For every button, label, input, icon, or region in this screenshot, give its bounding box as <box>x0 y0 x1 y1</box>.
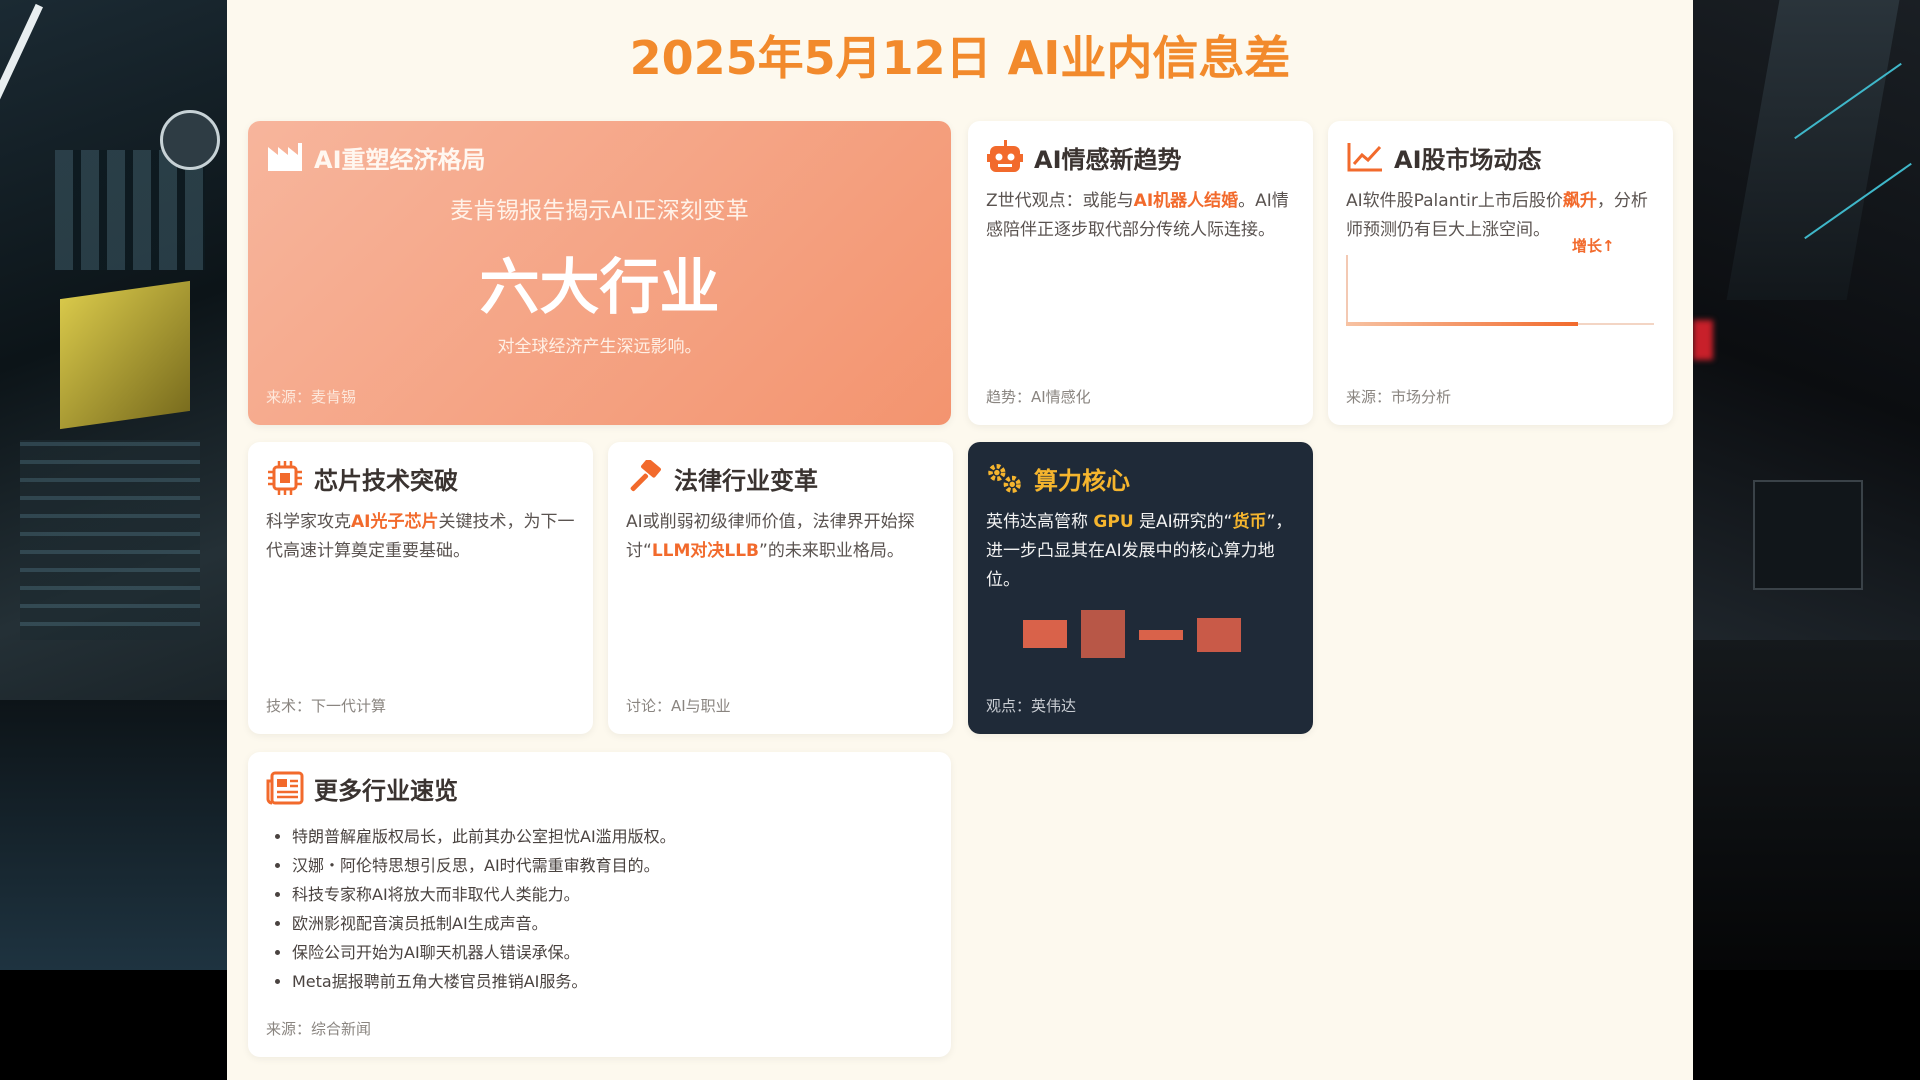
card-title: AI情感新趋势 <box>1034 145 1182 174</box>
poster: 2025年5月12日 AI业内信息差 AI重塑经济格局 麦肯锡报告揭示AI正深刻… <box>227 0 1693 1080</box>
red-light <box>1693 320 1713 360</box>
sign-circle <box>160 110 220 170</box>
page-title: 2025年5月12日 AI业内信息差 <box>629 31 1291 85</box>
card-economy: AI重塑经济格局 麦肯锡报告揭示AI正深刻变革 六大行业 对全球经济产生深远影响… <box>248 121 951 425</box>
card-title: 算力核心 <box>1034 466 1130 495</box>
background-left-scenery <box>0 0 227 970</box>
card-body: AI或削弱初级律师价值，法律界开始探讨“LLM对决LLB”的未来职业格局。 <box>626 508 935 566</box>
block <box>1081 610 1125 658</box>
card-body: 科学家攻克AI光子芯片关键技术，为下一代高速计算奠定重要基础。 <box>266 508 575 566</box>
block <box>1139 630 1183 640</box>
body-text: 英伟达高管称 <box>986 512 1094 532</box>
body-text: 是AI研究的“ <box>1133 512 1233 532</box>
card-stock: AI股市场动态 AI软件股Palantir上市后股价飙升，分析师预测仍有巨大上涨… <box>1328 121 1673 425</box>
mini-axis-y <box>1346 255 1348 325</box>
card-footer: 来源：综合新闻 <box>266 1020 372 1038</box>
list-item: 欧洲影视配音演员抵制AI生成声音。 <box>292 909 933 938</box>
feature-note: 对全球经济产生深远影响。 <box>497 337 702 357</box>
card-footer: 技术：下一代计算 <box>266 697 387 715</box>
card-title: AI重塑经济格局 <box>314 145 486 174</box>
background-right-scenery <box>1693 0 1920 970</box>
body-text: AI软件股Palantir上市后股价 <box>1346 191 1563 211</box>
block <box>1023 620 1067 648</box>
body-highlight: AI光子芯片 <box>351 512 439 532</box>
line-chart-icon <box>1346 139 1384 175</box>
body-text: Z世代观点：或能与 <box>986 191 1134 211</box>
lower-shadow <box>1693 640 1920 970</box>
list-item: 保险公司开始为AI聊天机器人错误承保。 <box>292 938 933 967</box>
body-highlight: 飙升 <box>1562 191 1597 211</box>
card-body: Z世代观点：或能与AI机器人结婚。AI情感陪伴正逐步取代部分传统人际连接。 <box>986 187 1295 245</box>
feature-subtitle: 麦肯锡报告揭示AI正深刻变革 <box>450 198 749 224</box>
yellow-sign <box>60 280 190 430</box>
chip-icon <box>266 460 304 496</box>
body-highlight: GPU <box>1093 512 1134 532</box>
block <box>1197 618 1241 652</box>
body-text: 科学家攻克 <box>266 512 351 532</box>
factory-icon <box>266 139 304 175</box>
list-item: 特朗普解雇版权局长，此前其办公室担忧AI滥用版权。 <box>292 822 933 851</box>
machine-panel <box>1753 480 1863 590</box>
card-footer: 观点：英伟达 <box>986 697 1077 715</box>
card-footer: 来源：市场分析 <box>1346 388 1452 406</box>
newspaper-icon <box>266 770 304 806</box>
street-shadow <box>0 700 227 970</box>
card-title: 芯片技术突破 <box>314 466 458 495</box>
list-item: Meta据报聘前五角大楼官员推销AI服务。 <box>292 967 933 996</box>
light-streak <box>0 3 43 117</box>
list-item: 汉娜・阿伦特思想引反思，AI时代需重审教育目的。 <box>292 851 933 880</box>
gpu-blocks-decoration <box>1023 610 1253 660</box>
card-title: 更多行业速览 <box>314 776 458 805</box>
building-edge <box>1726 0 1900 300</box>
list-item: 科技专家称AI将放大而非取代人类能力。 <box>292 880 933 909</box>
card-compute: 算力核心 英伟达高管称 GPU 是AI研究的“货币”，进一步凸显其在AI发展中的… <box>968 442 1313 734</box>
news-list: 特朗普解雇版权局长，此前其办公室担忧AI滥用版权。 汉娜・阿伦特思想引反思，AI… <box>266 822 933 996</box>
card-title: 法律行业变革 <box>674 466 818 495</box>
feature-headline: 六大行业 <box>479 253 720 323</box>
card-footer: 趋势：AI情感化 <box>986 388 1091 406</box>
building-windows <box>20 440 200 640</box>
card-emotion: AI情感新趋势 Z世代观点：或能与AI机器人结婚。AI情感陪伴正逐步取代部分传统… <box>968 121 1313 425</box>
body-text: ”的未来职业格局。 <box>759 541 904 561</box>
growth-label: 增长↑ <box>1572 237 1615 255</box>
card-footer: 来源：麦肯锡 <box>266 388 357 406</box>
body-highlight: 货币 <box>1232 512 1267 532</box>
growth-bar <box>1346 322 1578 326</box>
body-highlight: AI机器人结婚 <box>1133 191 1239 211</box>
card-body: 英伟达高管称 GPU 是AI研究的“货币”，进一步凸显其在AI发展中的核心算力地… <box>986 508 1295 595</box>
gears-icon <box>986 460 1024 496</box>
card-law: 法律行业变革 AI或削弱初级律师价值，法律界开始探讨“LLM对决LLB”的未来职… <box>608 442 953 734</box>
robot-icon <box>986 139 1024 175</box>
card-footer: 讨论：AI与职业 <box>626 697 731 715</box>
growth-mini-chart: 增长↑ <box>1346 237 1654 326</box>
card-chip: 芯片技术突破 科学家攻克AI光子芯片关键技术，为下一代高速计算奠定重要基础。 技… <box>248 442 593 734</box>
card-more-news: 更多行业速览 特朗普解雇版权局长，此前其办公室担忧AI滥用版权。 汉娜・阿伦特思… <box>248 752 951 1057</box>
body-highlight: LLM对决LLB <box>651 541 760 561</box>
card-title: AI股市场动态 <box>1394 145 1542 174</box>
gavel-icon <box>626 460 664 496</box>
